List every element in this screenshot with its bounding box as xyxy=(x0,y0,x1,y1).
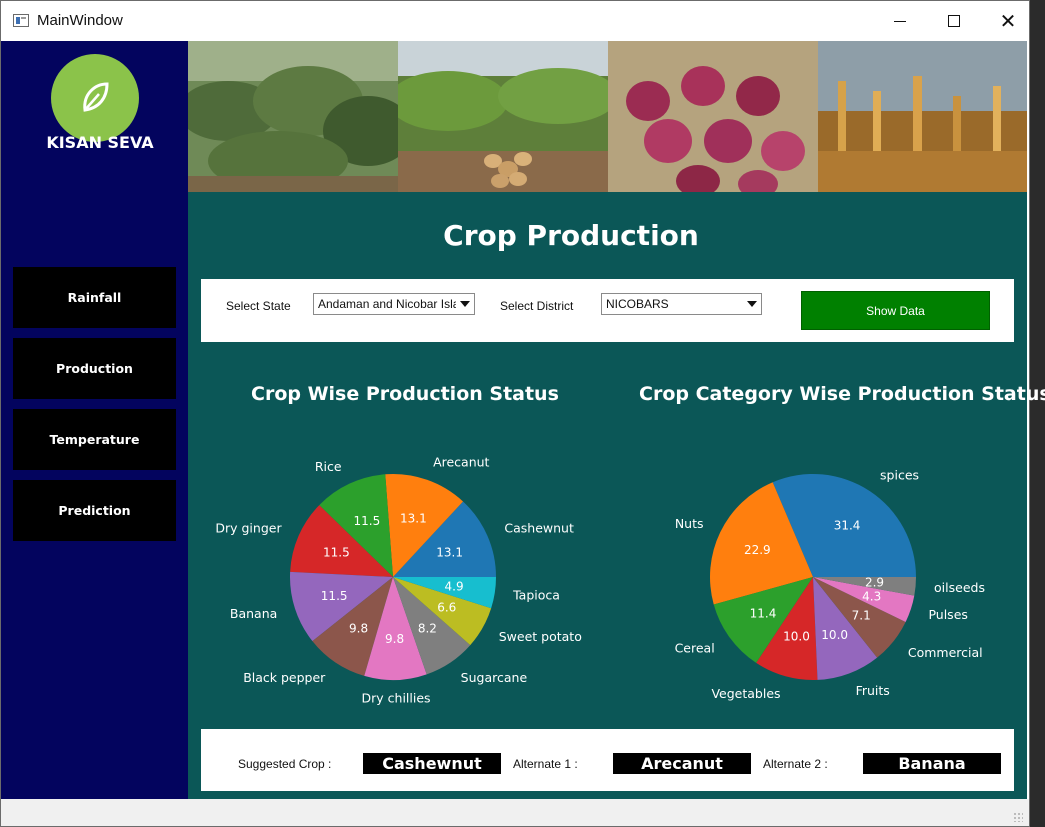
pie-category-label: Dry ginger xyxy=(215,520,282,535)
suggested-crop-label: Suggested Crop : xyxy=(238,757,332,771)
pie-category-label: Black pepper xyxy=(243,670,326,685)
pie-category-label: Dry chillies xyxy=(362,691,431,706)
pie-category-label: oilseeds xyxy=(934,580,985,595)
leaf-logo xyxy=(51,54,139,142)
pie-value-label: 11.4 xyxy=(750,606,777,620)
page-title: Crop Production xyxy=(443,219,699,252)
alternate-2-label: Alternate 2 : xyxy=(763,757,828,771)
close-icon: ✕ xyxy=(999,9,1017,33)
sidebar: KISAN SEVA Rainfall Production Temperatu… xyxy=(1,41,188,799)
pie-category-label: Commercial xyxy=(908,645,983,660)
pie-value-label: 6.6 xyxy=(437,600,456,614)
category-wise-pie-chart: 31.4 spices 22.9 Nuts 11.4 Cereal 10.0 Vegetabl… xyxy=(675,468,985,702)
sidebar-item-production[interactable]: Production xyxy=(13,338,176,399)
state-select[interactable]: Andaman and Nicobar Isla xyxy=(313,293,475,315)
sidebar-item-temperature[interactable]: Temperature xyxy=(13,409,176,470)
cassava-image xyxy=(188,41,398,192)
minimize-button[interactable] xyxy=(877,1,923,41)
pie-value-label: 4.9 xyxy=(445,579,464,593)
suggested-crop-value: Cashewnut xyxy=(363,753,501,774)
pie-category-label: Arecanut xyxy=(433,454,489,469)
show-data-button[interactable]: Show Data xyxy=(801,291,990,330)
main-window: MainWindow ✕ KISAN SEVA Rainfall Product… xyxy=(0,0,1045,827)
pie-category-label: Pulses xyxy=(928,607,967,622)
pie-category-label: spices xyxy=(880,468,919,483)
state-label: Select State xyxy=(226,299,291,313)
onion-image xyxy=(608,41,818,192)
pie-value-label: 11.5 xyxy=(321,589,348,603)
maximize-icon xyxy=(948,15,960,27)
pie-value-label: 13.1 xyxy=(436,545,463,559)
category-wise-chart-title: Crop Category Wise Production Status xyxy=(639,383,1045,405)
maximize-button[interactable] xyxy=(931,1,977,41)
filter-panel: Select State Andaman and Nicobar Isla Se… xyxy=(201,279,1014,342)
pie-category-label: Tapioca xyxy=(512,588,560,603)
pie-value-label: 31.4 xyxy=(834,518,861,532)
chevron-down-icon xyxy=(743,294,761,314)
pie-value-label: 10.0 xyxy=(783,630,810,644)
close-button[interactable]: ✕ xyxy=(985,1,1031,41)
resize-grip-icon[interactable] xyxy=(1013,812,1023,822)
pie-value-label: 11.5 xyxy=(354,514,381,528)
pie-category-label: Banana xyxy=(230,606,277,621)
alternate-1-value: Arecanut xyxy=(613,753,751,774)
pie-category-label: Vegetables xyxy=(711,686,780,701)
pie-category-label: Sugarcane xyxy=(461,670,528,685)
crop-banner xyxy=(188,41,1027,192)
pie-value-label: 4.3 xyxy=(862,589,881,603)
pie-value-label: 9.8 xyxy=(349,621,368,635)
main-content: Crop Production Select State Andaman and… xyxy=(188,192,1045,799)
pie-category-label: Sweet potato xyxy=(499,629,582,644)
pie-value-label: 22.9 xyxy=(744,543,771,557)
pie-category-label: Cashewnut xyxy=(504,520,574,535)
crop-wise-pie-chart: 13.1 Cashewnut 13.1 Arecanut 11.5 Rice 11.5 Dry… xyxy=(215,454,582,706)
potato-image xyxy=(398,41,608,192)
pie-value-label: 8.2 xyxy=(418,621,437,635)
sidebar-item-prediction[interactable]: Prediction xyxy=(13,480,176,541)
chevron-down-icon xyxy=(456,294,474,314)
alternate-1-label: Alternate 1 : xyxy=(513,757,578,771)
app-icon xyxy=(13,14,29,27)
title-bar: MainWindow ✕ xyxy=(1,1,1029,41)
wheat-image xyxy=(818,41,1027,192)
district-value: NICOBARS xyxy=(606,297,669,311)
pie-value-label: 11.5 xyxy=(323,545,350,559)
sidebar-item-rainfall[interactable]: Rainfall xyxy=(13,267,176,328)
pie-category-label: Fruits xyxy=(856,683,890,698)
pie-value-label: 2.9 xyxy=(865,576,884,590)
pie-category-label: Nuts xyxy=(675,516,704,531)
result-panel: Suggested Crop : Cashewnut Alternate 1 :… xyxy=(201,729,1014,791)
pie-value-label: 10.0 xyxy=(821,628,848,642)
minimize-icon xyxy=(894,20,906,22)
pie-category-label: Cereal xyxy=(675,640,715,655)
window-title: MainWindow xyxy=(37,12,123,29)
pie-value-label: 13.1 xyxy=(400,512,427,526)
district-label: Select District xyxy=(500,299,574,313)
district-select[interactable]: NICOBARS xyxy=(601,293,762,315)
leaf-icon xyxy=(83,82,109,112)
pie-value-label: 9.8 xyxy=(385,632,404,646)
brand-name: KISAN SEVA xyxy=(46,133,154,152)
state-value: Andaman and Nicobar Isla xyxy=(318,297,460,311)
alternate-2-value: Banana xyxy=(863,753,1001,774)
status-bar xyxy=(1,799,1029,826)
pie-category-label: Rice xyxy=(315,459,342,474)
crop-wise-chart-title: Crop Wise Production Status xyxy=(251,383,559,405)
pie-value-label: 7.1 xyxy=(852,609,871,623)
